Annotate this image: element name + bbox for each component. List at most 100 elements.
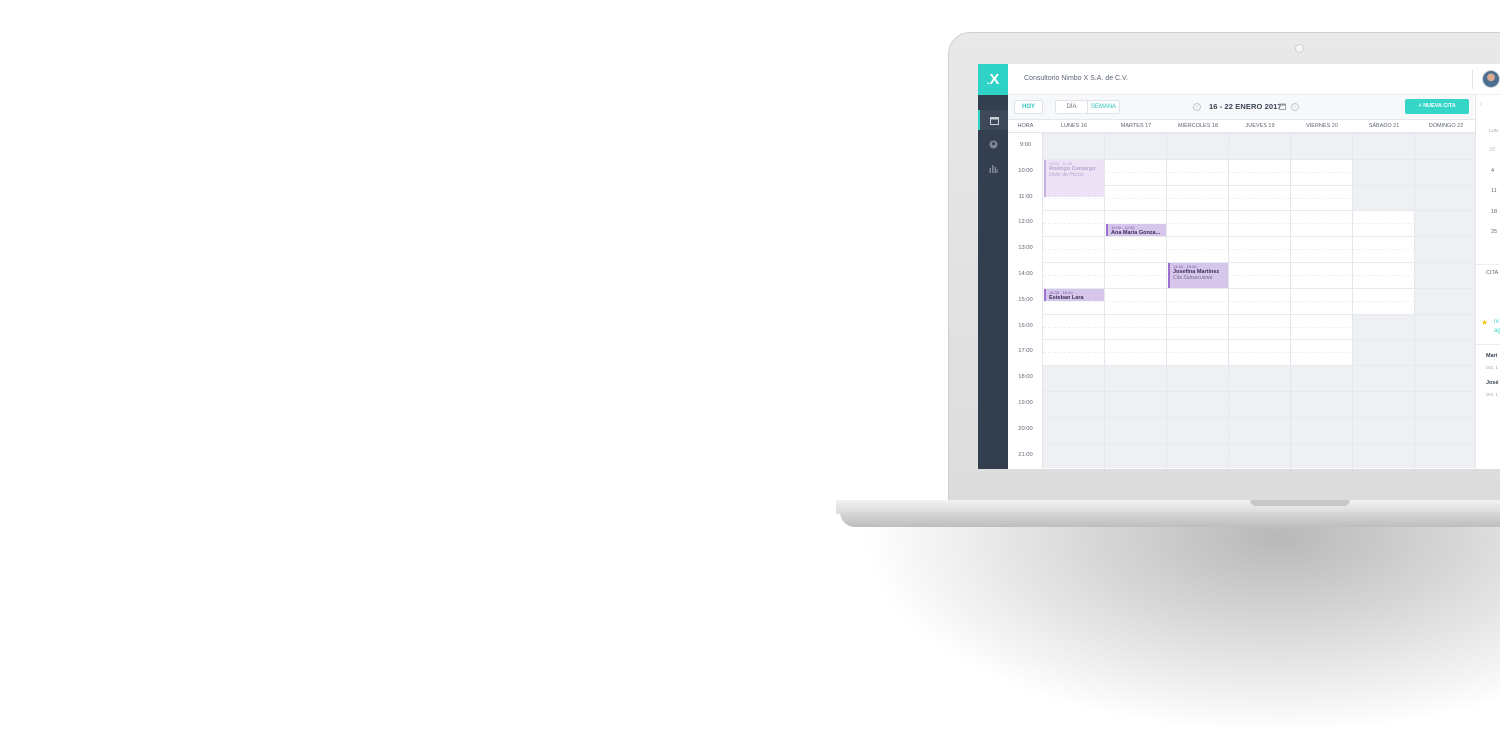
half-hour-line <box>1043 145 1475 147</box>
hour-label: 13:00 <box>1018 245 1033 252</box>
appointment-event[interactable]: 10:00 - 11:30 Rodrigo Camargo Dolor de Pec… <box>1044 159 1104 198</box>
hour-line <box>1043 313 1475 315</box>
day-header: JUEVES 19 <box>1245 123 1275 129</box>
hour-line <box>1043 262 1475 263</box>
mini-calendar-day[interactable]: 28 <box>1489 147 1495 153</box>
hour-label: 15:00 <box>1018 296 1033 303</box>
half-hour-line <box>1043 378 1475 380</box>
upcoming-name[interactable]: José <box>1486 380 1499 386</box>
half-hour-line <box>1043 403 1475 405</box>
upcoming-name[interactable]: Mari <box>1486 353 1497 359</box>
mini-calendar-day[interactable]: 18 <box>1491 209 1497 215</box>
avatar[interactable] <box>1482 70 1500 88</box>
half-hour-line <box>1043 197 1475 199</box>
time-column: 9:00 10:00 11:00 12:00 13:00 14:00 15:00 16:00 1… <box>1008 133 1043 469</box>
app-screen: .X Consultorio Nimbo X S.A. de C.V. HOY … <box>978 64 1500 469</box>
hour-line <box>1043 365 1475 367</box>
calendar-toolbar: HOY DÍA SEMANA ‹ 16 - 22 ENERO 2017 › + … <box>1008 95 1474 119</box>
day-header: SÁBADO 21 <box>1368 123 1400 129</box>
hour-line <box>1043 339 1475 341</box>
view-day-button[interactable]: DÍA <box>1056 101 1087 113</box>
sidebar: .X <box>978 64 1008 469</box>
day-header: VIERNES 20 <box>1306 123 1338 129</box>
half-hour-line <box>1043 274 1475 276</box>
starred-line-2: ag <box>1494 328 1500 334</box>
stage: .X Consultorio Nimbo X S.A. de C.V. HOY … <box>0 0 1500 752</box>
top-divider <box>1472 70 1473 89</box>
hour-label: 11:00 <box>1018 193 1033 200</box>
date-range: 16 - 22 ENERO 2017 <box>1209 102 1282 111</box>
mini-calendar-day[interactable]: 25 <box>1491 229 1497 235</box>
mini-calendar-day[interactable]: 4 <box>1491 168 1494 174</box>
day-header: LUNES 16 <box>1061 123 1087 129</box>
starred-line-1: ni <box>1494 319 1499 325</box>
hour-label: 19:00 <box>1018 399 1033 406</box>
hour-line <box>1043 133 1475 134</box>
view-week-button[interactable]: SEMANA <box>1087 101 1119 113</box>
appointment-event[interactable]: 12:00 - 12:30 Ana María Gonza... <box>1106 224 1166 237</box>
hour-line <box>1043 184 1475 186</box>
half-hour-line <box>1043 455 1475 457</box>
next-week-button[interactable]: › <box>1291 103 1299 111</box>
today-button[interactable]: HOY <box>1014 100 1043 114</box>
right-panel: ‹ LUN CITA ★ ni ag Mari Oct. 1 José Oct.… <box>1475 95 1500 469</box>
panel-divider <box>1476 344 1500 345</box>
laptop-notch <box>1250 500 1350 506</box>
hour-label: 18:00 <box>1018 374 1033 381</box>
bar-chart-icon <box>989 164 998 173</box>
hour-label: 12:00 <box>1018 219 1033 226</box>
hour-line <box>1043 236 1475 238</box>
hour-line <box>1043 391 1475 392</box>
app-logo[interactable]: .X <box>978 64 1008 95</box>
mini-calendar-day[interactable]: 11 <box>1491 188 1497 194</box>
laptop-base-lip <box>840 512 1500 527</box>
calendar-icon <box>989 116 999 125</box>
sidebar-item-reports[interactable] <box>978 158 1008 178</box>
calendar-header: HORA LUNES 16 MARTES 17 MIÉRCOLES 18 JUEVES… <box>1008 119 1475 133</box>
hour-label: 10:00 <box>1018 167 1033 174</box>
hour-label: 14:00 <box>1018 270 1033 277</box>
top-bar: Consultorio Nimbo X S.A. de C.V. <box>1008 64 1500 95</box>
star-icon: ★ <box>1481 318 1489 327</box>
hour-label: 17:00 <box>1018 348 1033 355</box>
company-name: Consultorio Nimbo X S.A. de C.V. <box>1024 75 1129 82</box>
hour-line <box>1043 416 1475 418</box>
appointment-event[interactable]: 15:30 - 16:00 Esteban Lara <box>1044 288 1104 301</box>
new-appointment-button[interactable]: + NUEVA CITA <box>1405 99 1469 114</box>
hour-header: HORA <box>1017 123 1034 129</box>
hour-line <box>1043 287 1475 289</box>
half-hour-line <box>1043 300 1475 302</box>
date-picker-icon[interactable] <box>1279 103 1286 110</box>
hour-label: 20:00 <box>1018 425 1033 432</box>
hour-line <box>1043 158 1475 160</box>
hour-label: 21:00 <box>1018 451 1033 458</box>
event-patient-name: Ana María Gonza... <box>1111 230 1161 237</box>
laptop-shadow <box>860 515 1500 735</box>
appointments-section-title: CITA <box>1486 270 1499 276</box>
half-hour-line <box>1043 249 1475 251</box>
half-hour-line <box>1043 429 1475 431</box>
prev-week-button[interactable]: ‹ <box>1193 103 1201 111</box>
half-hour-line <box>1043 326 1475 328</box>
week-calendar: HORA LUNES 16 MARTES 17 MIÉRCOLES 18 JUEVES… <box>1008 119 1477 469</box>
event-patient-name: Rodrigo Camargo <box>1049 165 1096 172</box>
hour-line <box>1043 210 1475 212</box>
event-note: Cita Subsecuente <box>1173 275 1213 281</box>
hour-label: 16:00 <box>1018 322 1033 329</box>
view-switcher: DÍA SEMANA <box>1055 100 1120 114</box>
user-icon <box>989 140 997 148</box>
event-patient-name: Esteban Lara <box>1049 294 1084 301</box>
mini-calendar-prev-icon[interactable]: ‹ <box>1480 101 1482 108</box>
day-header: MARTES 17 <box>1120 123 1152 129</box>
half-hour-line <box>1043 171 1475 173</box>
camera-icon <box>1295 44 1304 53</box>
appointment-event[interactable]: 14:30 - 15:30 Josefina Martínez Cita Subse… <box>1168 263 1228 288</box>
sidebar-item-patients[interactable] <box>978 134 1008 154</box>
mini-calendar-weekday: LUN <box>1489 128 1499 133</box>
event-note: Dolor de Pecho <box>1049 171 1084 178</box>
sidebar-item-calendar[interactable] <box>978 110 1008 130</box>
hour-line <box>1043 442 1475 444</box>
day-header: MIÉRCOLES 18 <box>1177 123 1219 129</box>
hour-label: 9:00 <box>1019 141 1032 148</box>
half-hour-line <box>1043 352 1475 354</box>
